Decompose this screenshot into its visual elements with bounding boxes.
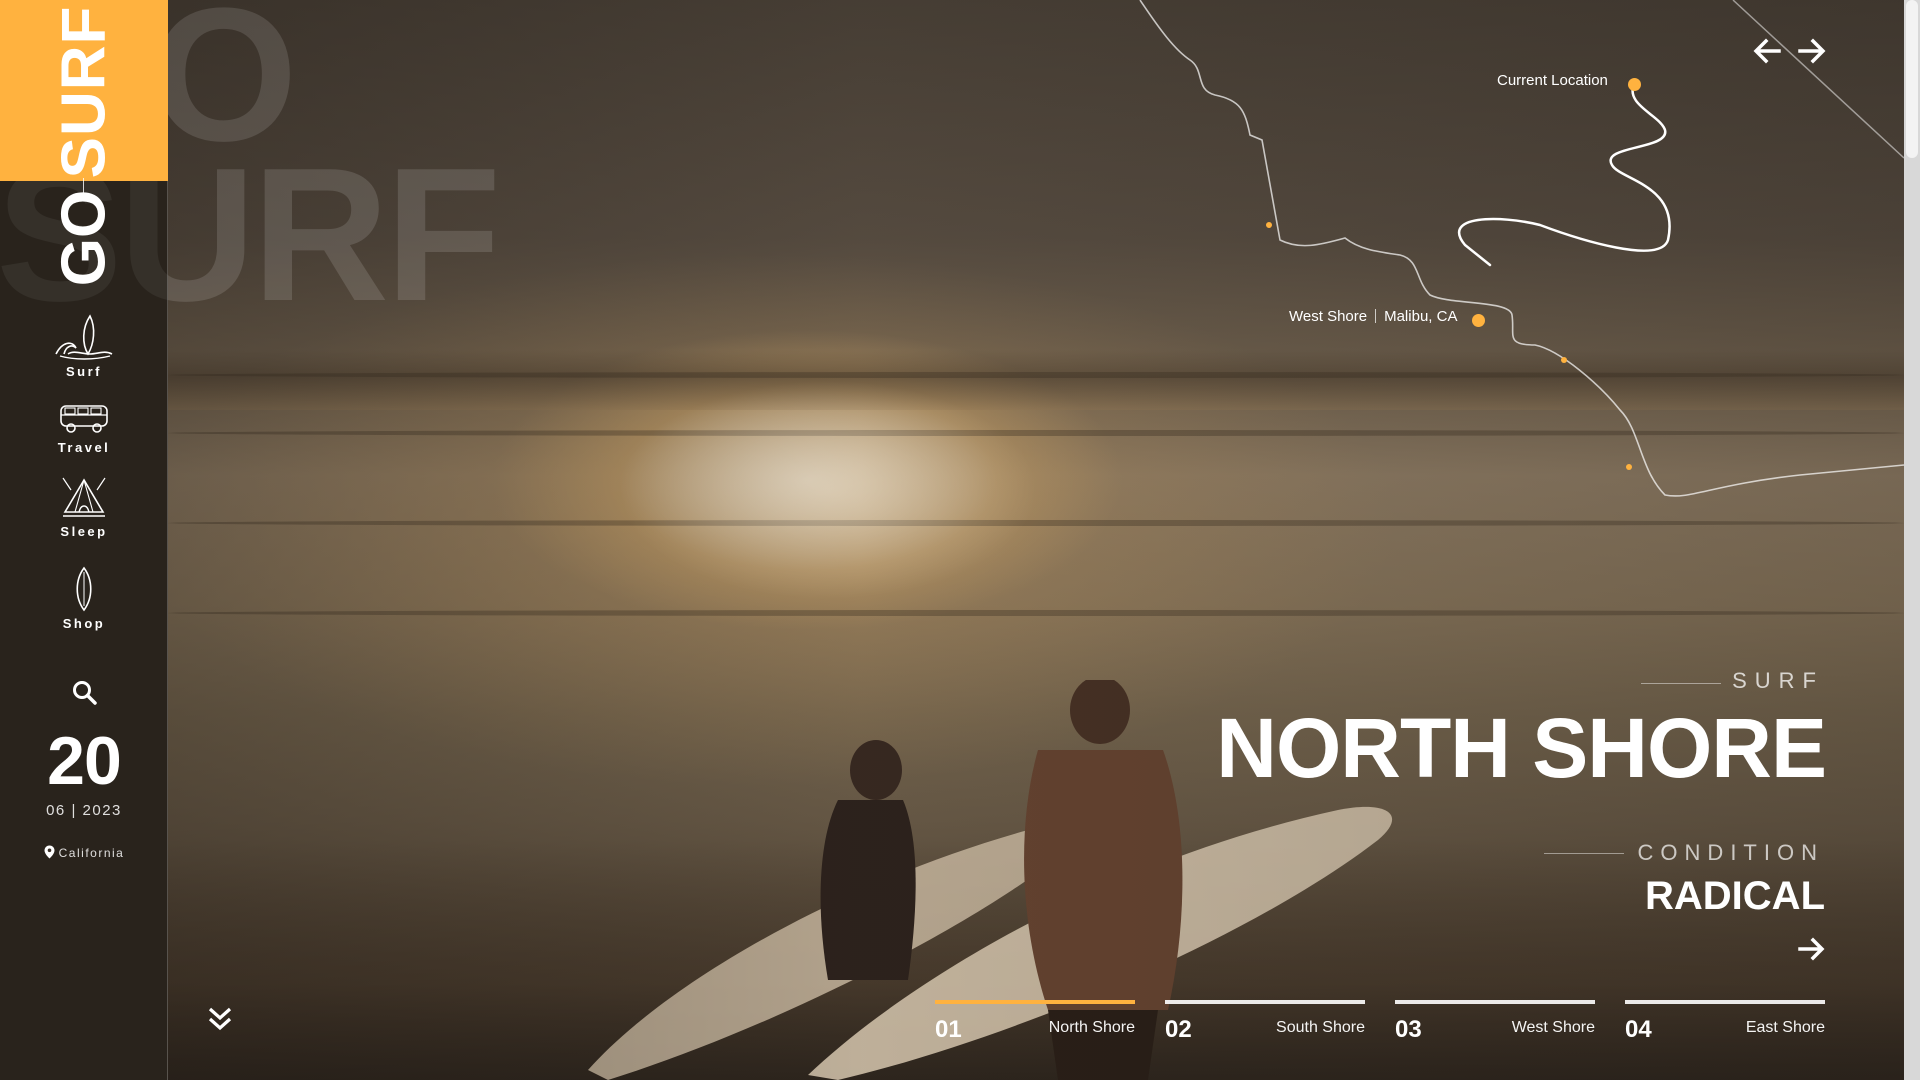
- tab-label: East Shore: [1745, 1019, 1825, 1036]
- logo-word-go: GO: [49, 189, 119, 287]
- tab-south-shore[interactable]: 02 South Shore: [1165, 1000, 1365, 1044]
- condition-value: RADICAL: [1645, 874, 1825, 918]
- surfboard-icon: [76, 566, 92, 612]
- nav-label: Surf: [66, 364, 102, 379]
- nav-label: Shop: [62, 616, 106, 631]
- location-name: California: [58, 846, 125, 860]
- tab-label: West Shore: [1511, 1019, 1595, 1036]
- nav-item-travel[interactable]: Travel: [0, 402, 168, 455]
- kicker-divider: [1641, 683, 1721, 684]
- logo-word-surf: SURF: [49, 5, 119, 179]
- map-point[interactable]: [1561, 357, 1567, 363]
- tab-west-shore[interactable]: 03 West Shore: [1395, 1000, 1595, 1044]
- map-pin-icon: [44, 845, 55, 859]
- scroll-down-icon[interactable]: [206, 1004, 234, 1034]
- tent-icon: [62, 477, 106, 517]
- previous-arrow-icon[interactable]: [1752, 36, 1782, 66]
- scrollbar-thumb[interactable]: [1906, 0, 1918, 158]
- map-point[interactable]: [1266, 222, 1272, 228]
- tab-label: South Shore: [1276, 1019, 1365, 1036]
- nav-item-surf[interactable]: Surf: [0, 314, 168, 379]
- sidebar: SURF GO Surf Travel Sleep Shop 20 06 | 2…: [0, 0, 168, 1080]
- spot-label: West Shore Malibu, CA: [1289, 308, 1457, 325]
- tab-number: 04: [1625, 1016, 1652, 1043]
- current-location-label: Current Location: [1497, 72, 1608, 89]
- background-letter: O: [150, 0, 298, 181]
- location[interactable]: California: [0, 845, 168, 860]
- condition-label: CONDITION: [1637, 840, 1824, 865]
- map-point[interactable]: [1626, 464, 1632, 470]
- divider: [1375, 309, 1377, 323]
- hero-title: NORTH SHORE: [1216, 701, 1827, 795]
- tab-number: 02: [1165, 1016, 1192, 1043]
- van-icon: [60, 405, 108, 433]
- date-month-year: 06 | 2023: [46, 802, 122, 819]
- hero-kicker: SURF: [1732, 668, 1824, 693]
- tab-number: 03: [1395, 1016, 1422, 1043]
- tab-east-shore[interactable]: 04 East Shore: [1625, 1000, 1825, 1044]
- tab-label: North Shore: [1048, 1019, 1135, 1036]
- surf-wave-icon: [55, 314, 113, 360]
- tab-north-shore[interactable]: 01 North Shore: [935, 1000, 1135, 1044]
- search-icon[interactable]: [70, 678, 98, 706]
- next-arrow-icon[interactable]: [1797, 36, 1827, 66]
- current-location-marker[interactable]: [1628, 78, 1641, 91]
- spot-place: Malibu, CA: [1384, 308, 1458, 325]
- nav-item-sleep[interactable]: Sleep: [0, 476, 168, 539]
- tab-number: 01: [935, 1016, 962, 1043]
- date-day: 20: [47, 723, 122, 799]
- nav-item-shop[interactable]: Shop: [0, 566, 168, 631]
- nav-label: Sleep: [60, 524, 108, 539]
- spot-name: West Shore: [1289, 308, 1368, 325]
- condition-arrow-icon[interactable]: [1798, 935, 1826, 963]
- condition-divider: [1544, 853, 1624, 854]
- spot-marker[interactable]: [1472, 314, 1485, 327]
- nav-label: Travel: [57, 440, 111, 455]
- vertical-scrollbar[interactable]: [1904, 0, 1920, 1080]
